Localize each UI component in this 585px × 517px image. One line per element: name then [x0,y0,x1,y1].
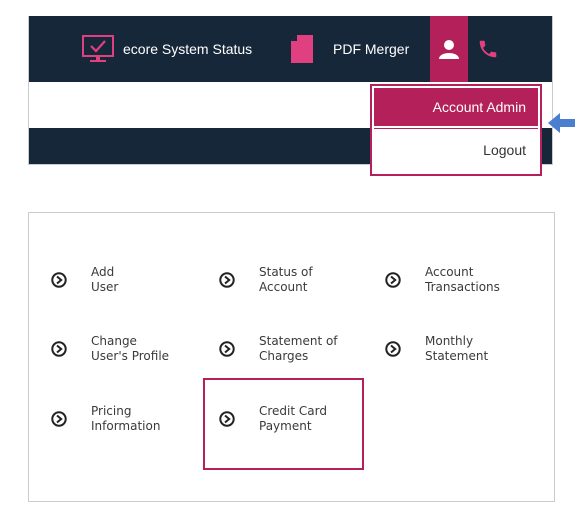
pointer-arrow-icon [548,113,575,133]
phone-icon [479,40,497,58]
system-status-label: ecore System Status [123,41,253,57]
menu-change-users-profile[interactable]: Change User's Profile [51,334,169,364]
pdf-merger-link[interactable]: PDF Merger [291,16,409,82]
phone-button[interactable] [470,16,506,82]
menu-label-line1: Statement of [259,334,338,348]
top-navbar: ecore System Status PDF Merger [29,16,552,82]
menu-label-line1: Add [91,265,115,279]
menu-statement-of-charges[interactable]: Statement of Charges [219,334,338,364]
circle-arrow-icon [219,272,235,288]
menu-label-line2: Information [91,419,161,433]
circle-arrow-icon [385,272,401,288]
circle-arrow-icon [219,341,235,357]
user-icon [439,40,459,59]
menu-label-line2: Transactions [425,280,500,294]
user-dropdown-menu: Account Admin Logout [370,84,542,176]
menu-status-of-account[interactable]: Status of Account [219,265,313,295]
dropdown-divider [374,128,538,129]
user-menu-button[interactable] [430,16,468,82]
circle-arrow-icon [385,341,401,357]
menu-label-line2: Account [259,280,308,294]
account-admin-panel: Add User Status of Account Account Transact… [28,212,555,502]
menu-label-line2: User's Profile [91,349,170,363]
header-snippet: ecore System Status PDF Merger Account A… [28,16,575,176]
menu-item-account-admin[interactable]: Account Admin [374,88,538,126]
system-status-link[interactable]: ecore System Status [81,16,252,82]
menu-label-line1: Account [425,265,474,279]
menu-account-transactions[interactable]: Account Transactions [385,265,500,295]
credit-card-highlight [203,378,364,470]
menu-label-line1: Change [91,334,137,348]
menu-label-line1: Pricing [91,404,132,418]
menu-pricing-information[interactable]: Pricing Information [51,404,160,434]
menu-label-line2: Charges [259,349,309,363]
menu-label-line2: User [91,280,119,294]
pdf-merger-label: PDF Merger [333,41,410,57]
menu-label-line1: Monthly [425,334,474,348]
monitor-check-icon [82,35,114,62]
menu-label-line2: Statement [425,349,489,363]
circle-arrow-icon [51,411,67,427]
circle-arrow-icon [51,341,67,357]
circle-arrow-icon [51,272,67,288]
menu-add-user[interactable]: Add User [51,265,118,295]
document-icon [291,35,313,63]
menu-monthly-statement[interactable]: Monthly Statement [385,334,488,364]
menu-item-logout[interactable]: Logout [374,130,538,170]
menu-label-line1: Status of [259,265,313,279]
